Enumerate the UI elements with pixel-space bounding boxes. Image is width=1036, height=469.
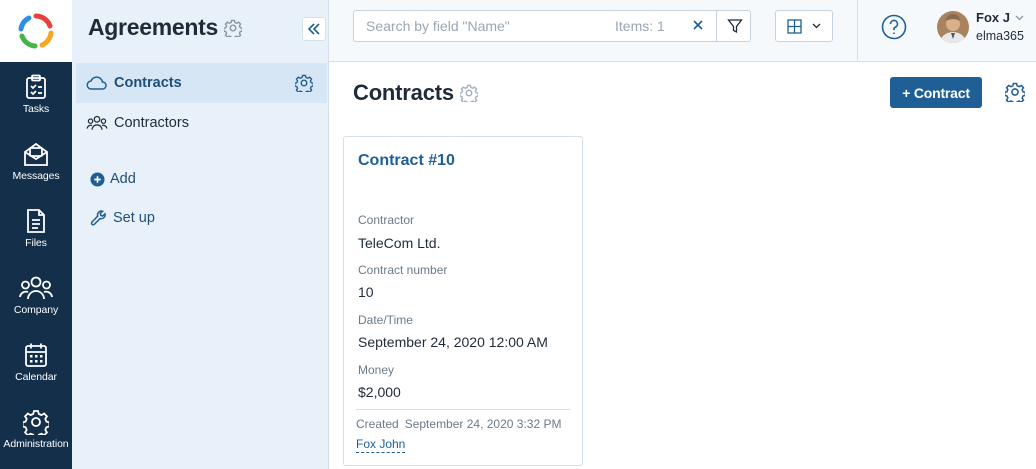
page-title-gear-icon[interactable] (459, 84, 478, 102)
author-link[interactable]: Fox John (356, 437, 406, 453)
field-value-date-time: September 24, 2020 12:00 AM (358, 334, 548, 350)
sidebar-item-label: Contractors (114, 115, 189, 131)
collapse-sidebar-button[interactable] (302, 17, 326, 41)
gear-icon (23, 410, 49, 435)
chevron-down-icon (1015, 15, 1024, 20)
field-label-contractor: Contractor (358, 213, 415, 227)
rail-label-calendar: Calendar (15, 371, 57, 383)
field-value-contractor: TeleCom Ltd. (358, 235, 441, 251)
page-settings-gear-icon[interactable] (1005, 82, 1025, 102)
setup-link[interactable]: Set up (90, 209, 155, 227)
chevron-down-icon (812, 23, 821, 29)
field-label-date-time: Date/Time (358, 313, 413, 327)
grid-view-icon (787, 18, 802, 34)
filter-icon (726, 19, 743, 34)
add-link-label: Add (110, 171, 136, 187)
topbar-divider (857, 0, 858, 62)
rail-label-tasks: Tasks (22, 103, 50, 115)
main-rail: Tasks Messages Files Company Calendar Ad… (0, 0, 72, 469)
app-settings-gear-icon[interactable] (223, 19, 242, 37)
avatar[interactable] (937, 11, 969, 43)
app-title-text: Agreements (88, 14, 218, 40)
user-company: elma365 (976, 29, 1024, 43)
created-info: Created September 24, 2020 3:32 PM (356, 417, 561, 431)
card-divider (356, 409, 570, 410)
created-label: Created (356, 417, 399, 431)
sidebar-item-label: Contracts (114, 75, 182, 91)
filter-button[interactable] (716, 11, 752, 41)
setup-link-label: Set up (113, 210, 155, 226)
plus-circle-icon (90, 171, 105, 187)
field-label-money: Money (358, 363, 395, 377)
created-value: September 24, 2020 3:32 PM (404, 417, 562, 431)
topbar: Items: 1 Fox J (329, 0, 1036, 62)
contracts-settings-gear-icon[interactable] (295, 74, 313, 92)
help-icon[interactable] (881, 14, 907, 40)
rail-label-administration: Administration (3, 438, 69, 450)
app-title: Agreements (88, 14, 242, 41)
rail-item-tasks[interactable]: Tasks (0, 66, 72, 130)
add-contract-button[interactable]: + Contract (890, 77, 982, 108)
items-count: Items: 1 (615, 18, 665, 34)
field-value-money: $2,000 (358, 384, 401, 400)
elma-logo-icon[interactable] (0, 0, 72, 62)
calendar-icon (25, 343, 47, 367)
view-mode-button[interactable] (775, 10, 833, 42)
wrench-icon (90, 210, 106, 226)
rail-label-messages: Messages (12, 170, 60, 182)
people-icon (19, 276, 53, 300)
search-box: Items: 1 (353, 10, 751, 42)
field-label-contract-number: Contract number (358, 263, 448, 277)
rail-item-administration[interactable]: Administration (0, 401, 72, 465)
page-title: Contracts (353, 80, 478, 106)
page-title-text: Contracts (353, 80, 454, 105)
file-icon (27, 209, 45, 233)
rail-label-company: Company (13, 304, 59, 316)
field-value-contract-number: 10 (358, 284, 374, 300)
add-link[interactable]: Add (90, 171, 136, 187)
cloud-icon (86, 74, 108, 92)
clipboard-check-icon (26, 74, 46, 99)
people-icon (86, 114, 108, 132)
sidebar-item-contractors[interactable]: Contractors (76, 103, 327, 143)
user-menu[interactable]: Fox J (976, 10, 1024, 25)
rail-item-calendar[interactable]: Calendar (0, 334, 72, 398)
rail-item-messages[interactable]: Messages (0, 133, 72, 197)
app-sidebar: Agreements Contracts Contractors Add Set… (72, 0, 329, 469)
rail-item-company[interactable]: Company (0, 267, 72, 331)
clear-search-icon[interactable] (692, 19, 704, 31)
search-input[interactable] (354, 18, 609, 34)
user-name: Fox J (976, 10, 1010, 25)
contract-card-title[interactable]: Contract #10 (358, 152, 455, 170)
contract-card[interactable]: Contract #10 Contractor TeleCom Ltd. Con… (343, 136, 583, 466)
rail-label-files: Files (25, 237, 47, 249)
sidebar-item-contracts[interactable]: Contracts (76, 63, 327, 103)
rail-item-files[interactable]: Files (0, 200, 72, 264)
envelope-icon (24, 142, 48, 166)
double-chevron-left-icon (307, 23, 320, 35)
